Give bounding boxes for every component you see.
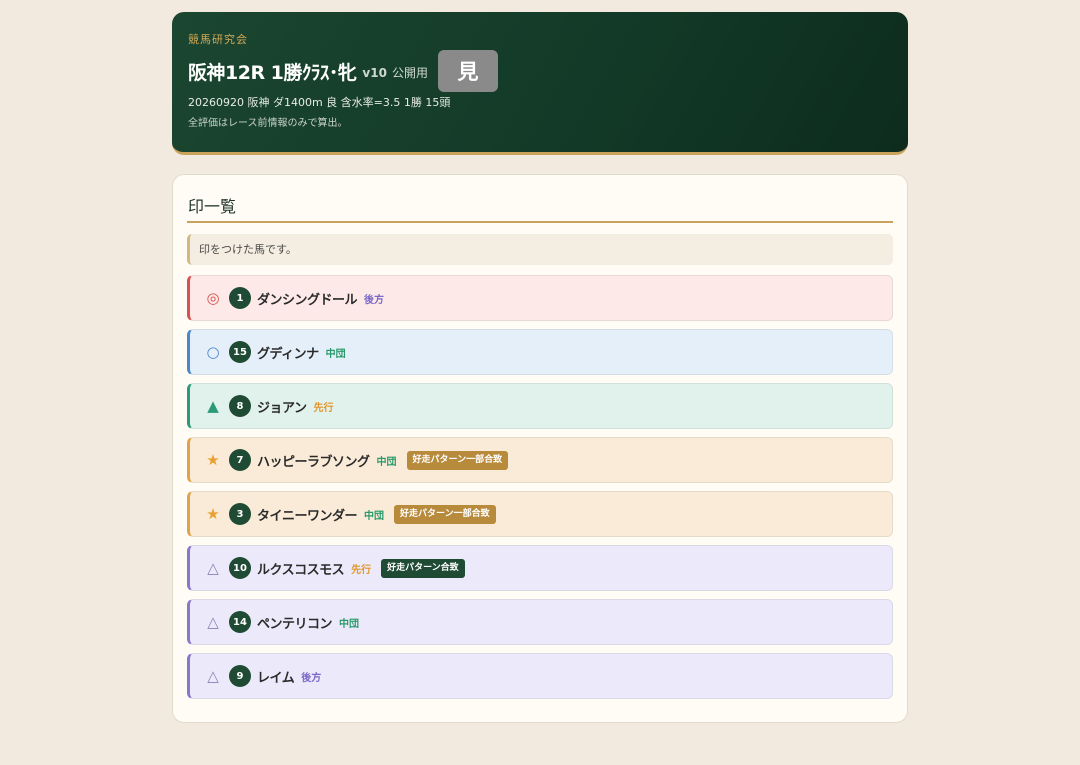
- running-style: 中団: [339, 618, 360, 630]
- horse-number: 15: [229, 341, 251, 363]
- horse-row[interactable]: △ 9 レイム 後方: [187, 653, 893, 699]
- info-note: 印をつけた馬です。: [187, 234, 893, 265]
- open-triangle-icon: △: [207, 613, 219, 631]
- marks-card: 印一覧 印をつけた馬です。 ◎ 1 ダンシングドール 後方 ○ 15 グディンナ…: [172, 174, 908, 723]
- title-row: 阪神12R 1勝ｸﾗｽ･牝 v10 公開用 見: [188, 50, 892, 92]
- pattern-badge: 好走パターン一部合致: [394, 504, 496, 524]
- open-triangle-icon: △: [207, 559, 219, 577]
- running-style: 先行: [313, 402, 334, 414]
- view-button[interactable]: 見: [437, 50, 498, 92]
- horse-name: ジョアン: [257, 400, 307, 416]
- horse-row[interactable]: ★ 7 ハッピーラブソング 中団 好走パターン一部合致: [187, 437, 893, 483]
- horse-number: 3: [229, 503, 251, 525]
- evaluation-note: 全評価はレース前情報のみで算出。: [188, 118, 348, 129]
- star-icon: ★: [206, 505, 220, 523]
- section-title: 印一覧: [188, 197, 237, 216]
- horse-name: ルクスコスモス: [257, 562, 345, 578]
- section-divider: [187, 221, 893, 223]
- running-style: 後方: [301, 672, 322, 684]
- horse-name: ハッピーラブソング: [257, 454, 370, 470]
- horse-row[interactable]: ○ 15 グディンナ 中団: [187, 329, 893, 375]
- open-triangle-icon: △: [207, 667, 219, 685]
- double-circle-icon: ◎: [206, 289, 220, 307]
- pattern-badge: 好走パターン一部合致: [406, 450, 509, 470]
- horse-name: タイニーワンダー: [257, 508, 358, 524]
- filled-triangle-icon: ▲: [207, 397, 219, 415]
- horse-row[interactable]: ▲ 8 ジョアン 先行: [187, 383, 893, 429]
- star-icon: ★: [206, 451, 220, 469]
- circle-icon: ○: [206, 343, 220, 361]
- horse-row[interactable]: △ 14 ペンテリコン 中団: [187, 599, 893, 645]
- running-style: 中団: [325, 348, 346, 360]
- running-style: 中団: [364, 510, 385, 522]
- race-title: 阪神12R 1勝ｸﾗｽ･牝: [188, 61, 357, 84]
- version-label: v10: [362, 65, 387, 80]
- running-style: 後方: [364, 294, 385, 306]
- horse-row[interactable]: ★ 3 タイニーワンダー 中団 好走パターン一部合致: [187, 491, 893, 537]
- horse-number: 1: [229, 287, 251, 309]
- page-container: 競馬研究会 阪神12R 1勝ｸﾗｽ･牝 v10 公開用 見 20260920 阪…: [172, 12, 908, 723]
- club-name: 競馬研究会: [188, 33, 248, 46]
- horse-name: ペンテリコン: [257, 616, 333, 632]
- horse-number: 9: [229, 665, 251, 687]
- horse-name: グディンナ: [257, 346, 319, 362]
- horse-row[interactable]: ◎ 1 ダンシングドール 後方: [187, 275, 893, 321]
- horse-name: ダンシングドール: [257, 292, 358, 308]
- horse-number: 8: [229, 395, 251, 417]
- running-style: 中団: [376, 456, 397, 468]
- running-style: 先行: [351, 564, 372, 576]
- horse-row[interactable]: △ 10 ルクスコスモス 先行 好走パターン合致: [187, 545, 893, 591]
- horse-number: 7: [229, 449, 251, 471]
- race-meta: 20260920 阪神 ダ1400m 良 含水率=3.5 1勝 15頭: [188, 96, 451, 109]
- race-header: 競馬研究会 阪神12R 1勝ｸﾗｽ･牝 v10 公開用 見 20260920 阪…: [172, 12, 908, 155]
- horse-number: 14: [229, 611, 251, 633]
- visibility-label: 公開用: [391, 66, 428, 80]
- horse-number: 10: [229, 557, 251, 579]
- pattern-badge: 好走パターン合致: [381, 558, 465, 578]
- horse-name: レイム: [257, 670, 295, 686]
